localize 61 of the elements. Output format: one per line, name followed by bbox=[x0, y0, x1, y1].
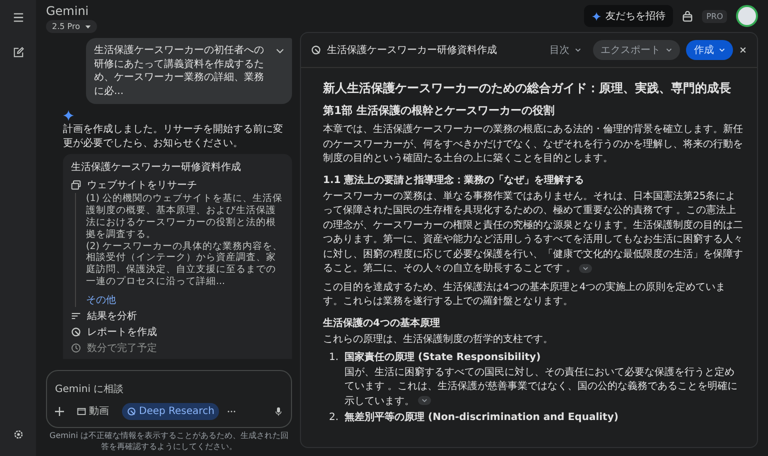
list-item-title: 無差別平等の原理 (Non-discrimination and Equality) bbox=[344, 411, 618, 425]
list-number: 2. bbox=[329, 411, 339, 425]
microphone-icon[interactable] bbox=[274, 406, 283, 416]
settings-icon[interactable] bbox=[12, 429, 24, 440]
browser-icon bbox=[71, 180, 81, 190]
step-label: レポートを作成 bbox=[87, 326, 157, 339]
create-button[interactable]: 作成 bbox=[686, 40, 733, 60]
paragraph: この目的を達成するため、生活保護法は4つの基本原理と4つの実施上の原則を定めています。これらは業務を遂行する上での羅針盤となります。 bbox=[323, 280, 727, 309]
step-label: 結果を分析 bbox=[87, 310, 137, 323]
toc-button[interactable]: 目次 bbox=[543, 42, 587, 58]
list-item-text: 国が、生活に困窮するすべての国民に対し、その責任において必要な保護を行うと定めています 。これは、生活保護が慈善事業ではなく、国の公的な義務であることを明確に示しています。 bbox=[344, 366, 739, 408]
plus-icon[interactable] bbox=[55, 406, 64, 416]
chevron-icon bbox=[719, 48, 725, 52]
eta-text: 数分で完了予定 bbox=[87, 342, 157, 355]
tool-chip[interactable]: 動画 bbox=[72, 401, 114, 422]
prompt-box[interactable]: Gemini に相談 動画 Deep Research bbox=[46, 370, 292, 428]
section-heading: 第1部 生活保護の根幹とケースワーカーの役割 bbox=[323, 103, 556, 118]
report-icon bbox=[127, 406, 136, 416]
chevron-icon bbox=[574, 48, 581, 52]
chevron-icon bbox=[420, 398, 428, 404]
step-detail: (2) ケースワーカーの具体的な業務内容を、相談受付（インテーク）から資産調査、家庭訪問、保護決定、自立支援に至るまでの一連のプロセスに沿って詳細... bbox=[86, 240, 284, 288]
document-title: 生活保護ケースワーカー研修資料作成 bbox=[327, 44, 497, 57]
menu-icon[interactable] bbox=[12, 12, 24, 23]
prompt-field[interactable]: Gemini に相談 bbox=[55, 382, 283, 402]
avatar[interactable] bbox=[736, 5, 758, 27]
document-heading: 新人生活保護ケースワーカーのための総合ガイド：原理、実践、専門的成長 bbox=[323, 80, 732, 97]
assistant-message: 計画を作成しました。リサーチを開始する前に変更が必要でしたら、お知らせください。 bbox=[63, 123, 284, 150]
caret-icon bbox=[84, 24, 90, 29]
paragraph: 本章では、生活保護ケースワーカーの業務の根底にある法的・倫理的背景を確立します。新任のケースワーカーが、何をすべきかだけでなく、なぜそれを行うのかを理解し、将来の行動を制度の目的という確固たる土台の上に築くことを目的とします。 bbox=[323, 123, 743, 166]
paragraph: これらの原理は、生活保護制度の哲学的支柱です。 bbox=[323, 332, 554, 346]
user-message: 生活保護ケースワーカーの初任者への研修にあたって講義資料を作成するため、ケースワーカー業務の詳細、業務に必... bbox=[86, 38, 292, 104]
app-title: Gemini bbox=[46, 4, 89, 18]
source-chip[interactable] bbox=[579, 264, 592, 273]
invite-button[interactable]: 友だちを招待 bbox=[584, 5, 674, 27]
subsection-heading: 生活保護の4つの基本原理 bbox=[323, 316, 441, 330]
tool-chip[interactable]: Deep Research bbox=[122, 402, 220, 420]
pro-badge: PRO bbox=[702, 10, 727, 22]
report-icon bbox=[71, 327, 81, 337]
chevron-icon bbox=[582, 266, 590, 271]
plan-title: 生活保護ケースワーカー研修資料作成 bbox=[71, 160, 242, 174]
list-item-title: 国家責任の原理 (State Responsibility) bbox=[344, 351, 542, 365]
disclaimer: Gemini は不正確な情報を表示することがあるため、生成された回答を再確認するようにしてください。 bbox=[48, 431, 290, 452]
list-number: 1. bbox=[329, 351, 339, 365]
source-chip[interactable] bbox=[418, 396, 431, 406]
model-selector[interactable]: 2.5 Pro bbox=[46, 20, 96, 33]
paragraph: ケースワーカーの業務は、単なる事務作業ではありません。それは、日本国憲法第25条によって保障された国民の生存権を具現化するための、極めて重要な公的責務です 。この憲法上の理念が、ケースワーカーの権限と責任の究極的な源泉となります。生活保護制度の目的は二つあります。第一に、資産や能力など活用しうるすべてを活用してもなお生活に困窮する人々に対し、困窮の程度に応じて必要な保護を行い、「健康で文化的な最低限度の生活」を保障すること。第二に、その人々の自立を助長することです 。 bbox=[323, 190, 743, 276]
export-button[interactable]: エクスポート bbox=[592, 40, 680, 60]
report-icon bbox=[311, 45, 321, 55]
step-label: ウェブサイトをリサーチ bbox=[87, 178, 197, 192]
more-link[interactable]: その他 bbox=[86, 295, 116, 306]
lines-icon bbox=[71, 311, 81, 321]
step-detail: (1) 公的機関のウェブサイトを基に、生活保護制度の概要、基本原理、および生活保護法におけるケースワーカーの役割と法的根拠を調査する。 bbox=[86, 193, 284, 240]
film-icon bbox=[77, 406, 86, 416]
chevron-icon bbox=[666, 48, 672, 52]
subsection-heading: 1.1 憲法上の要請と指導理念：業務の「なぜ」を理解する bbox=[323, 173, 586, 186]
clock-icon bbox=[71, 343, 81, 353]
close-icon[interactable] bbox=[739, 46, 747, 54]
sparkle-icon bbox=[63, 110, 74, 121]
expand-icon[interactable] bbox=[276, 48, 284, 54]
new-chat-icon[interactable] bbox=[12, 47, 24, 58]
sparkle-icon bbox=[592, 12, 602, 20]
